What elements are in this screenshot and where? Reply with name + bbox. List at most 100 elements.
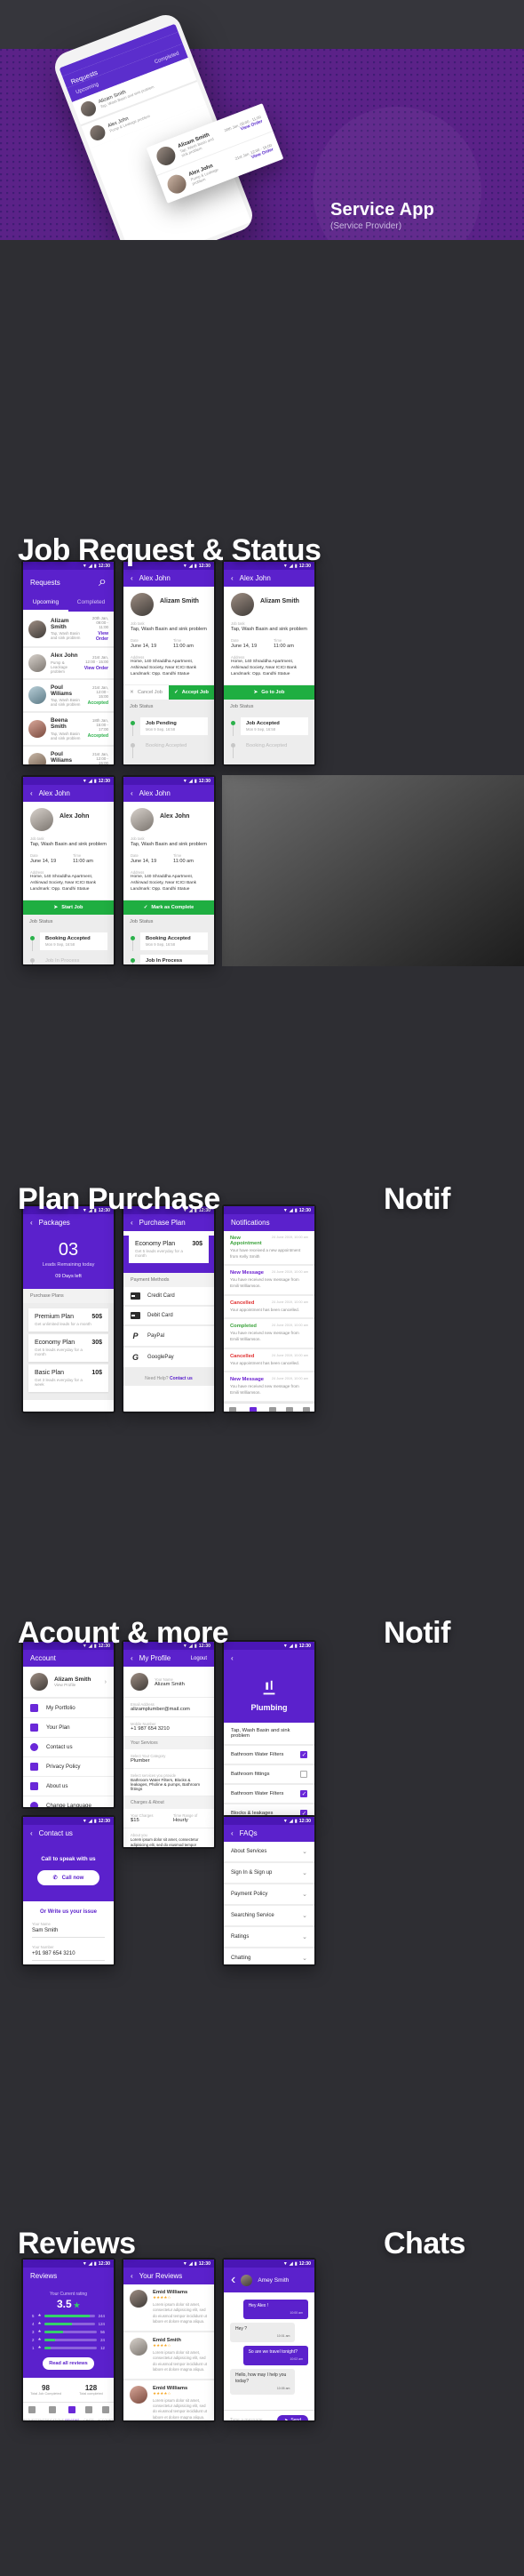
nav-chats[interactable]: CHATS xyxy=(282,1404,298,1412)
accept-job-button[interactable]: ✓ Accept Job xyxy=(169,685,214,700)
payment-method-credit-card[interactable]: Credit Card xyxy=(123,1287,214,1307)
back-icon[interactable]: ‹ xyxy=(231,2272,235,2288)
payment-method-googlepay[interactable]: G GooglePay xyxy=(123,1348,214,1369)
table-row[interactable]: Beena Smith Tap, Wash Basin and sink pro… xyxy=(23,713,114,747)
back-icon[interactable]: ‹ xyxy=(231,1829,234,1837)
about-field[interactable]: About you Lorem ipsum dolor sit amet, co… xyxy=(123,1828,214,1847)
back-icon[interactable]: ‹ xyxy=(131,1654,133,1662)
list-item[interactable]: 24 June 2019, 10:00 am Completed You hav… xyxy=(224,1319,314,1349)
your-message-field[interactable]: Your messageType here... xyxy=(23,1964,114,1966)
table-row[interactable]: Poul Wiliams Tap, Wash Basin and sink pr… xyxy=(23,746,114,764)
checkbox[interactable] xyxy=(300,1771,307,1778)
send-button[interactable]: ➤ Send xyxy=(277,2415,308,2420)
list-item[interactable]: 24 June 2019, 10:00 am New Message You h… xyxy=(224,1372,314,1403)
back-icon[interactable]: ‹ xyxy=(30,1219,33,1227)
list-item[interactable]: 24 June 2019, 10:00 am New Message You h… xyxy=(224,1266,314,1296)
back-icon[interactable]: ‹ xyxy=(30,1829,33,1837)
faq-item[interactable]: Ratings ⌄ xyxy=(224,1927,314,1948)
back-icon[interactable]: ‹ xyxy=(30,789,33,797)
your-number-field[interactable]: Your Number +91 987 654 3210 xyxy=(23,1941,114,1964)
sidebar-item-change-language[interactable]: Change Language xyxy=(23,1796,114,1807)
option-row[interactable]: Bathroom Water Filters xyxy=(224,1785,314,1804)
view-profile-link[interactable]: View Profile xyxy=(54,1683,91,1687)
back-icon[interactable]: ‹ xyxy=(231,574,234,582)
list-item[interactable]: 24 June 2019, 10:00 am New Appointment Y… xyxy=(224,1231,314,1267)
chat-input[interactable]: Type a message xyxy=(230,2418,273,2420)
payment-method-debit-card[interactable]: Debit Card xyxy=(123,1307,214,1326)
option-row[interactable]: Bathroom fittings xyxy=(224,1765,314,1785)
chevron-down-icon: ⌄ xyxy=(302,1892,307,1898)
faq-item[interactable]: Payment Policy ⌄ xyxy=(224,1884,314,1906)
charges-row: Your Charges $15 Time Range of Hourly xyxy=(123,1809,214,1828)
plan-card[interactable]: Economy Plan Get 5 leads everyday for a … xyxy=(28,1334,108,1362)
table-row[interactable]: Poul Wiliams Tap, Wash Basin and sink pr… xyxy=(23,679,114,713)
faq-item[interactable]: Sign In & Sign up ⌄ xyxy=(224,1863,314,1884)
battery-icon: ▮ xyxy=(294,1207,298,1213)
search-icon[interactable]: ⌕ xyxy=(99,574,107,590)
start-job-button[interactable]: ➤ Start Job xyxy=(23,900,114,916)
plumbing-icon xyxy=(259,1678,279,1698)
back-icon[interactable]: ‹ xyxy=(131,1219,133,1227)
profile-summary[interactable]: Alizam Smith View Profile › xyxy=(23,1667,114,1699)
nav-notifications[interactable]: NOTIFICATIONS xyxy=(241,1404,265,1412)
table-row[interactable]: Alex John Pump & Leackage problem 21st J… xyxy=(23,648,114,680)
view-order-link[interactable]: View Order xyxy=(87,631,108,642)
back-icon[interactable]: ‹ xyxy=(131,574,133,582)
back-icon[interactable]: ‹ xyxy=(131,789,133,797)
faq-item[interactable]: Chatting ⌄ xyxy=(224,1948,314,1964)
nav-requests[interactable]: REQUESTS xyxy=(224,1404,241,1412)
avatar xyxy=(30,1673,48,1691)
nav-reviews[interactable]: REVIEWS xyxy=(265,1404,282,1412)
plan-card[interactable]: Basic Plan Get 3 leads everyday for a we… xyxy=(28,1364,108,1392)
nav-notifications[interactable]: NOTIFICATIONS xyxy=(40,2403,64,2420)
sidebar-item-about-us[interactable]: About us xyxy=(23,1777,114,1796)
nav-account[interactable]: ACCOUNT xyxy=(97,2403,114,2420)
page-title: Alex John xyxy=(139,574,171,582)
category-field[interactable]: Select Your Category Plumber xyxy=(123,1749,214,1769)
back-icon[interactable]: ‹ xyxy=(131,2272,133,2280)
checkbox[interactable] xyxy=(300,1790,307,1797)
mobile-field[interactable]: Mobile Number +1 987 654 3210 xyxy=(123,1717,214,1737)
nav-chats[interactable]: CHATS xyxy=(81,2403,98,2420)
cancel-job-button[interactable]: ✕ Cancel Job xyxy=(123,685,169,700)
logout-button[interactable]: Logout xyxy=(191,1656,207,1661)
your-name-field[interactable]: Your Name Sam Smith xyxy=(23,1918,114,1941)
plan-card[interactable]: Premium Plan Get unlimited leads for a m… xyxy=(28,1308,108,1332)
avatar xyxy=(28,653,46,672)
back-icon[interactable]: ‹ xyxy=(231,1654,234,1662)
page-title: Plumbing xyxy=(250,1703,288,1712)
tab-completed[interactable]: Completed xyxy=(68,595,114,612)
tab-upcoming[interactable]: Upcoming xyxy=(23,595,68,612)
battery-icon: ▮ xyxy=(194,778,197,784)
sidebar-item-my-portfolio[interactable]: My Portfolio xyxy=(23,1699,114,1718)
list-item[interactable]: 24 June 2019, 10:00 am Cancelled Your ap… xyxy=(224,1295,314,1320)
sidebar-item-contact-us[interactable]: Contact us xyxy=(23,1738,114,1757)
nav-reviews[interactable]: REVIEWS xyxy=(64,2403,81,2420)
call-now-button[interactable]: ✆ Call now xyxy=(37,1870,99,1885)
read-all-reviews-button[interactable]: Read all reviews xyxy=(43,2357,94,2370)
email-field[interactable]: Email Address alizamplumber@mail.com xyxy=(123,1698,214,1717)
contact-us-link[interactable]: Contact us xyxy=(170,1376,193,1381)
row-sub: Pump & Leackage problem xyxy=(51,660,68,674)
go-to-job-button[interactable]: ➤ Go to Job xyxy=(224,685,314,700)
faq-item[interactable]: About Services ⌄ xyxy=(224,1842,314,1863)
field-value: June 14, 19 xyxy=(131,859,157,865)
list-item[interactable]: 24 June 2019, 10:00 am Cancelled Your ap… xyxy=(224,1348,314,1373)
nav-account[interactable]: ACCOUNT xyxy=(298,1404,314,1412)
mark-complete-button[interactable]: ✓ Mark as Complete xyxy=(123,900,214,916)
table-row[interactable]: Alizam Smith Tap, Wash Basin and sink pr… xyxy=(23,612,114,648)
sidebar-item-your-plan[interactable]: Your Plan xyxy=(23,1718,114,1738)
option-row[interactable]: Bathroom Water Filters xyxy=(224,1746,314,1765)
checkbox[interactable] xyxy=(300,1751,307,1758)
faq-item[interactable]: Searching Service ⌄ xyxy=(224,1906,314,1927)
step-title: Job In Process xyxy=(146,958,183,964)
battery-icon: ▮ xyxy=(294,2260,298,2267)
wifi-icon: ▼ xyxy=(282,2260,288,2267)
view-order-link[interactable]: View Order xyxy=(83,666,108,671)
sidebar-item-privacy-policy[interactable]: Privacy Policy xyxy=(23,1757,114,1777)
avatar xyxy=(87,123,107,143)
nav-requests[interactable]: REQUESTS xyxy=(23,2403,40,2420)
services-field[interactable]: Select services you provide Bathroom Wate… xyxy=(123,1769,214,1796)
screen-chat: ▼ ◢ ▮ 12:30 ‹ Amey Smith Hey Alex ! 10:00 a… xyxy=(222,2258,316,2422)
payment-method-paypal[interactable]: P PayPal xyxy=(123,1326,214,1348)
